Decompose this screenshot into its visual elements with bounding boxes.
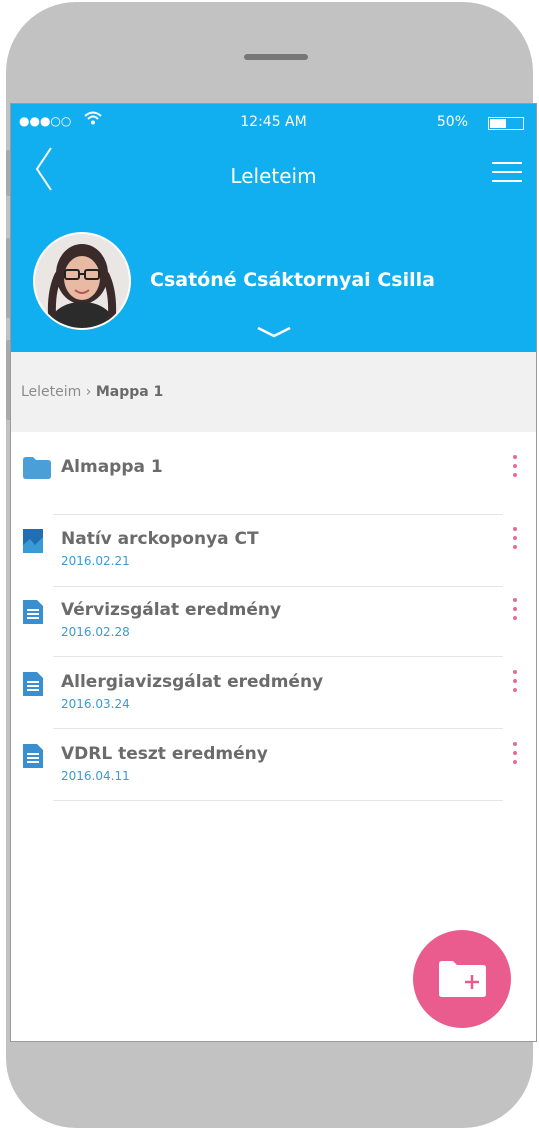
more-options-icon[interactable] bbox=[509, 742, 521, 770]
item-date: 2016.02.28 bbox=[61, 625, 130, 639]
document-icon bbox=[23, 672, 43, 700]
app-header: ●●●○○ 12:45 AM 50% Leleteim Csatóné Csák… bbox=[11, 104, 536, 352]
item-date: 2016.02.21 bbox=[61, 554, 130, 568]
more-options-icon[interactable] bbox=[509, 598, 521, 626]
breadcrumb: Leleteim › Mappa 1 bbox=[21, 384, 163, 400]
more-options-icon[interactable] bbox=[509, 455, 521, 483]
item-name: Natív arckoponya CT bbox=[61, 529, 259, 549]
speaker-slot bbox=[244, 54, 308, 60]
chevron-down-icon[interactable] bbox=[11, 324, 536, 344]
divider bbox=[53, 586, 503, 587]
list-item[interactable]: VDRL teszt eredmény 2016.04.11 bbox=[19, 742, 521, 814]
app-screen: ●●●○○ 12:45 AM 50% Leleteim Csatóné Csák… bbox=[10, 103, 537, 1042]
divider bbox=[53, 514, 503, 515]
list-item[interactable]: Almappa 1 bbox=[19, 455, 521, 527]
item-date: 2016.03.24 bbox=[61, 697, 130, 711]
document-icon bbox=[23, 744, 43, 772]
item-name: Allergiavizsgálat eredmény bbox=[61, 672, 324, 692]
image-file-icon bbox=[23, 529, 43, 557]
avatar[interactable] bbox=[33, 232, 131, 330]
breadcrumb-bar: Leleteim › Mappa 1 bbox=[11, 352, 536, 432]
breadcrumb-separator: › bbox=[81, 384, 96, 400]
add-folder-button[interactable] bbox=[413, 930, 511, 1028]
user-name: Csatóné Csáktornyai Csilla bbox=[150, 269, 435, 291]
item-name: Almappa 1 bbox=[61, 457, 163, 477]
divider bbox=[53, 656, 503, 657]
add-folder-icon bbox=[439, 961, 486, 997]
page-title: Leleteim bbox=[230, 164, 317, 188]
more-options-icon[interactable] bbox=[509, 527, 521, 555]
item-name: VDRL teszt eredmény bbox=[61, 744, 268, 764]
more-options-icon[interactable] bbox=[509, 670, 521, 698]
folder-icon bbox=[23, 457, 51, 483]
item-name: Vérvizsgálat eredmény bbox=[61, 600, 282, 620]
document-icon bbox=[23, 600, 43, 628]
breadcrumb-root[interactable]: Leleteim bbox=[21, 384, 81, 400]
divider bbox=[53, 800, 503, 801]
hamburger-menu-icon[interactable] bbox=[492, 162, 522, 184]
list-item[interactable]: Natív arckoponya CT 2016.02.21 bbox=[19, 527, 521, 599]
item-date: 2016.04.11 bbox=[61, 769, 130, 783]
list-item[interactable]: Vérvizsgálat eredmény 2016.02.28 bbox=[19, 598, 521, 670]
battery-percentage: 50% bbox=[436, 114, 468, 130]
battery-icon bbox=[488, 117, 524, 130]
battery-fill bbox=[490, 119, 506, 128]
list-item[interactable]: Allergiavizsgálat eredmény 2016.03.24 bbox=[19, 670, 521, 742]
status-bar: ●●●○○ 12:45 AM 50% bbox=[11, 111, 536, 136]
breadcrumb-current: Mappa 1 bbox=[95, 384, 164, 400]
divider bbox=[53, 728, 503, 729]
